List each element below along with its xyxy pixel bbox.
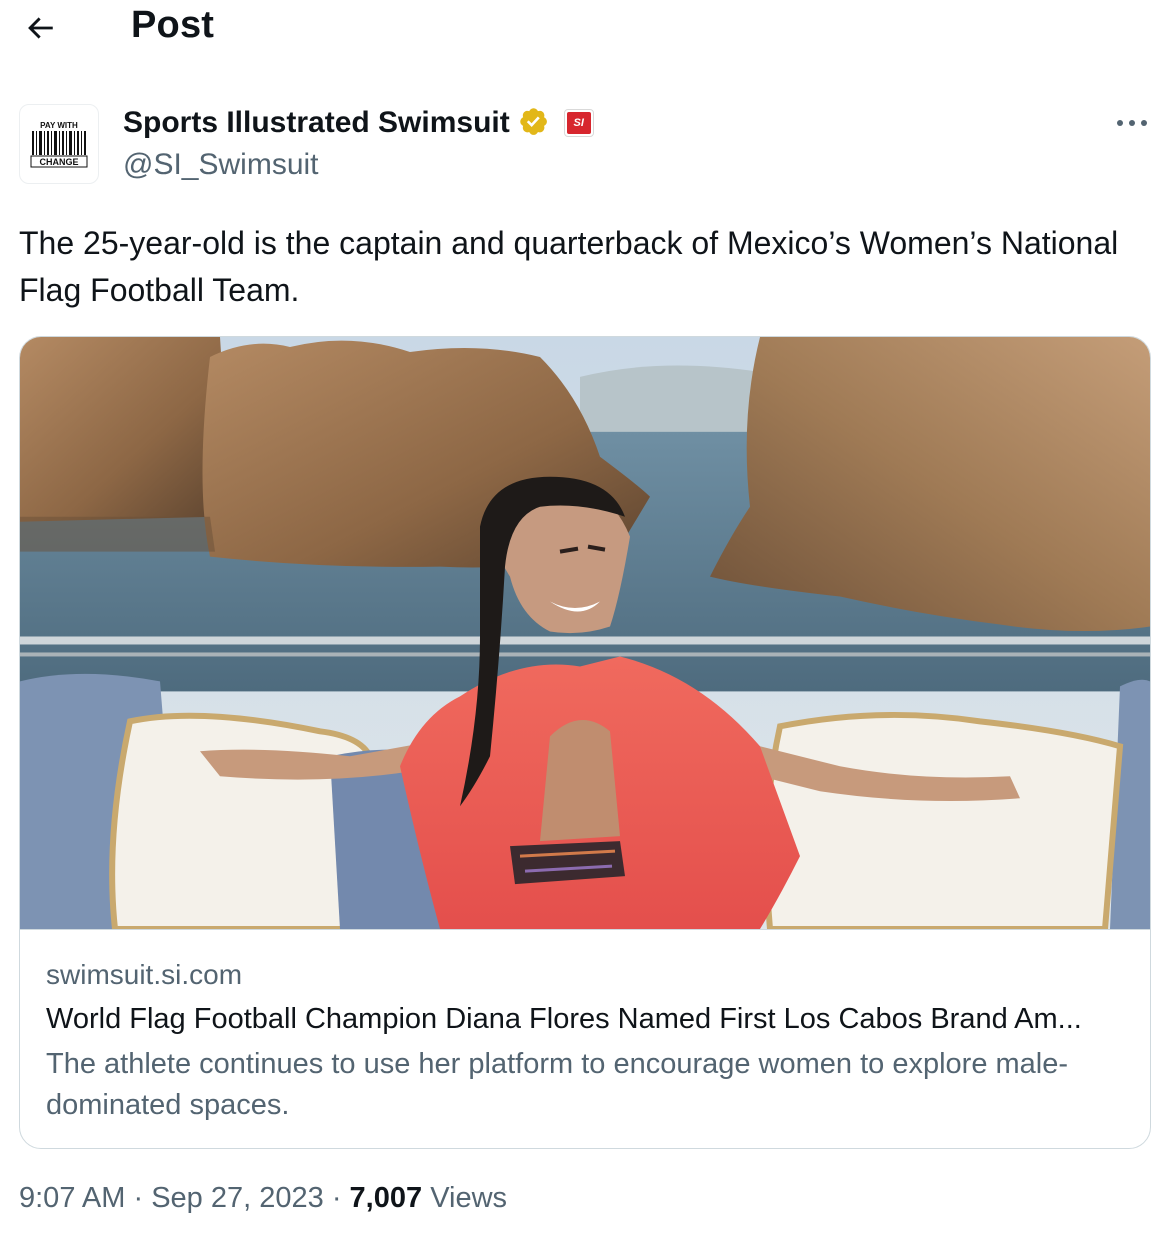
arrow-left-icon [28, 17, 53, 39]
author-avatar[interactable]: PAY WITH CHANGE [19, 104, 99, 184]
author-name[interactable]: Sports Illustrated Swimsuit SI [123, 106, 594, 140]
link-preview-card[interactable]: swimsuit.si.com World Flag Football Cham… [19, 336, 1151, 1149]
si-logo-icon: SI [566, 112, 591, 134]
card-image[interactable] [20, 337, 1150, 930]
post-date[interactable]: Sep 27, 2023 [151, 1182, 324, 1214]
author-name-text: Sports Illustrated Swimsuit [123, 106, 510, 139]
svg-text:PAY WITH: PAY WITH [40, 121, 78, 130]
page-title: Post [131, 4, 215, 46]
views-count: 7,007 [349, 1182, 423, 1214]
card-title: World Flag Football Champion Diana Flore… [46, 1003, 1082, 1035]
meta-separator-1: · [133, 1182, 144, 1214]
meta-separator-2: · [331, 1182, 342, 1214]
views-label: Views [430, 1182, 508, 1214]
back-button[interactable] [18, 6, 62, 50]
card-domain: swimsuit.si.com [46, 959, 243, 990]
svg-text:CHANGE: CHANGE [39, 157, 78, 167]
affiliate-badge[interactable]: SI [563, 109, 594, 137]
verified-badge-icon[interactable] [518, 106, 552, 140]
pay-with-change-logo: PAY WITH CHANGE [30, 121, 88, 168]
card-description: The athlete continues to use her platfor… [46, 1048, 1069, 1121]
more-horizontal-icon [1117, 120, 1147, 126]
top-bar: Post [0, 0, 1170, 60]
post-time[interactable]: 9:07 AM [19, 1182, 125, 1214]
more-options-button[interactable] [1110, 108, 1154, 138]
post-meta: 9:07 AM · Sep 27, 2023 · 7,007 Views [19, 1182, 507, 1215]
tweet-text: The 25-year-old is the captain and quart… [19, 225, 1119, 308]
author-handle[interactable]: @SI_Swimsuit [123, 148, 319, 182]
